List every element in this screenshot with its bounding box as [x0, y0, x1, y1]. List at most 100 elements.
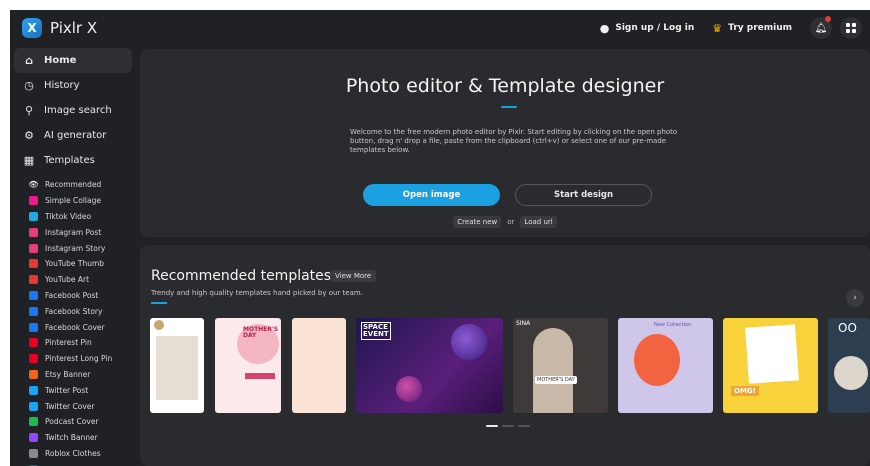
template-category-recommended[interactable]: 👁 Recommended [10, 177, 135, 193]
template-card[interactable]: OMG! [723, 318, 818, 413]
carousel-pagination [486, 425, 534, 427]
open-image-button[interactable]: Open image [363, 184, 500, 206]
template-card[interactable]: SINA MOTHER'S DAY [513, 318, 608, 413]
card-photo [533, 328, 573, 413]
hero-title: Photo editor & Template designer [345, 75, 665, 97]
template-category-label: Twitch Banner [45, 433, 98, 443]
template-category-label: Twitter Cover [45, 401, 95, 411]
pixlr-logo-icon: X [22, 18, 42, 38]
signup-login-button[interactable]: ● Sign up / Log in [600, 22, 695, 35]
template-category-label: Recommended [45, 180, 102, 190]
card-badge [245, 373, 275, 379]
template-category-youtube-art[interactable]: YouTube Art [10, 272, 135, 288]
template-category-facebook-post[interactable]: Facebook Post [10, 288, 135, 304]
app-window: X Pixlr X ● Sign up / Log in ♛ Try premi… [10, 10, 870, 466]
search-icon: ⚲ [24, 104, 34, 117]
chevron-right-icon: › [853, 293, 857, 303]
template-category-instagram-post[interactable]: Instagram Post [10, 224, 135, 240]
pagination-dot[interactable] [486, 425, 498, 427]
section-underline [151, 302, 167, 304]
apps-grid-icon [846, 23, 856, 33]
simple-collage-icon [29, 196, 38, 206]
load-url-link[interactable]: Load url [520, 216, 557, 228]
instagram-post-icon [29, 227, 38, 237]
template-category-label: Twitter Post [45, 385, 89, 395]
floral-decoration [154, 320, 164, 330]
template-card[interactable] [292, 318, 346, 413]
template-card[interactable]: SPACE EVENT [356, 318, 503, 413]
twitter-post-icon [29, 385, 38, 395]
or-text: or [507, 218, 515, 226]
tiktok-video-icon [29, 211, 38, 221]
notifications-button[interactable]: 🔔︎ [810, 16, 832, 39]
sidebar-item-home[interactable]: ⌂ Home [14, 48, 132, 73]
crown-icon: ♛ [712, 21, 723, 35]
blob-shape [634, 334, 680, 386]
hero-links: Create new or Load url [140, 216, 870, 228]
pinterest-long-pin-icon [29, 354, 38, 364]
signup-label: Sign up / Log in [615, 23, 695, 33]
view-more-button[interactable]: View More [330, 270, 377, 282]
pagination-dot[interactable] [518, 425, 530, 427]
template-category-tiktok-video[interactable]: Tiktok Video [10, 209, 135, 225]
template-category-linkedin-company[interactable]: LinkedIn Company [10, 461, 135, 466]
facebook-story-icon [29, 306, 38, 316]
start-design-button[interactable]: Start design [515, 184, 652, 206]
template-category-podcast-cover[interactable]: Podcast Cover [10, 414, 135, 430]
hero-panel: Photo editor & Template designer Welcome… [140, 49, 870, 237]
sidebar: ⌂ Home ◷ History ⚲ Image search ⚙ AI gen… [10, 48, 135, 466]
instagram-story-icon [29, 243, 38, 253]
sidebar-item-label: AI generator [44, 130, 107, 141]
template-category-pinterest-pin[interactable]: Pinterest Pin [10, 335, 135, 351]
etsy-banner-icon [29, 369, 38, 379]
template-category-etsy-banner[interactable]: Etsy Banner [10, 367, 135, 383]
app-name: Pixlr X [50, 19, 98, 37]
template-category-label: Instagram Story [45, 243, 106, 253]
template-category-roblox-clothes[interactable]: Roblox Clothes [10, 446, 135, 462]
section-subtitle: Trendy and high quality templates hand p… [151, 289, 363, 297]
sidebar-item-ai-generator[interactable]: ⚙ AI generator [14, 123, 132, 148]
template-category-youtube-thumb[interactable]: YouTube Thumb [10, 256, 135, 272]
facebook-post-icon [29, 290, 38, 300]
template-category-twitch-banner[interactable]: Twitch Banner [10, 430, 135, 446]
template-card[interactable]: OO [828, 318, 870, 413]
template-category-twitter-post[interactable]: Twitter Post [10, 382, 135, 398]
home-icon: ⌂ [25, 54, 33, 67]
template-category-simple-collage[interactable]: Simple Collage [10, 193, 135, 209]
sidebar-item-templates[interactable]: ▦ Templates [14, 148, 132, 173]
card-text: SINA [516, 320, 531, 327]
card-text: SPACE EVENT [361, 322, 391, 340]
podcast-cover-icon [29, 417, 38, 427]
card-text: OO [838, 321, 857, 335]
template-card[interactable]: New Collection [618, 318, 713, 413]
card-text: MOTHER'S DAY [243, 326, 279, 339]
try-premium-button[interactable]: ♛ Try premium [712, 22, 792, 35]
card-photo [156, 336, 198, 400]
card-text: OMG! [731, 386, 759, 396]
template-card[interactable]: MOTHER'S DAY [215, 318, 281, 413]
polaroid-photo [745, 324, 799, 384]
app-logo[interactable]: X Pixlr X [22, 18, 97, 38]
food-plate [834, 356, 868, 390]
templates-icon: ▦ [23, 154, 35, 167]
create-new-link[interactable]: Create new [453, 216, 502, 228]
template-category-facebook-cover[interactable]: Facebook Cover [10, 319, 135, 335]
twitch-banner-icon [29, 433, 38, 443]
template-category-twitter-cover[interactable]: Twitter Cover [10, 398, 135, 414]
template-category-label: Simple Collage [45, 196, 101, 206]
sidebar-item-history[interactable]: ◷ History [14, 73, 132, 98]
template-category-instagram-story[interactable]: Instagram Story [10, 240, 135, 256]
carousel-next-button[interactable]: › [846, 289, 864, 307]
template-category-label: Tiktok Video [45, 211, 92, 221]
template-category-pinterest-long-pin[interactable]: Pinterest Long Pin [10, 351, 135, 367]
apps-button[interactable] [840, 17, 862, 39]
pagination-dot[interactable] [502, 425, 514, 427]
sidebar-item-image-search[interactable]: ⚲ Image search [14, 98, 132, 123]
template-card[interactable] [150, 318, 204, 413]
sidebar-item-label: Home [44, 55, 77, 66]
sidebar-item-label: History [44, 80, 80, 91]
sidebar-item-label: Image search [44, 105, 112, 116]
bell-icon: 🔔︎ [814, 22, 828, 34]
user-icon: ● [599, 21, 610, 35]
template-category-facebook-story[interactable]: Facebook Story [10, 303, 135, 319]
